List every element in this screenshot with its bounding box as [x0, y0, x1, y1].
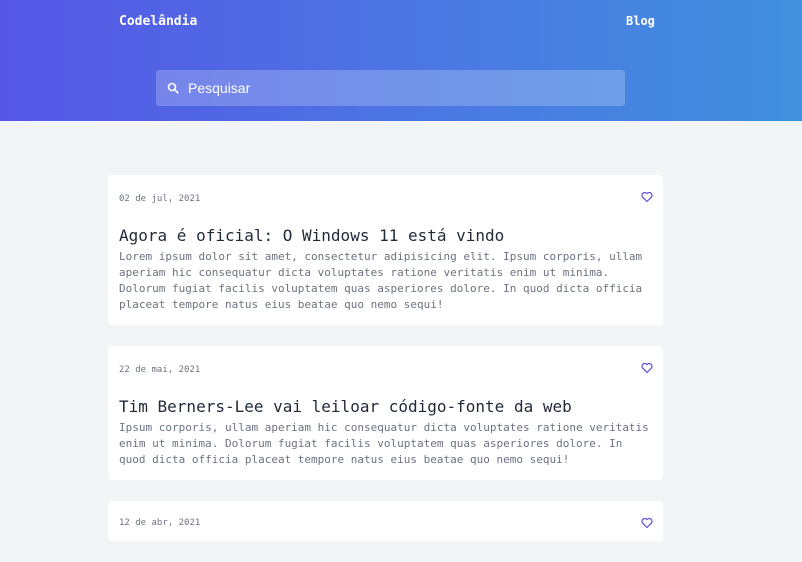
brand-logo[interactable]: Codelândia	[119, 14, 197, 29]
post-excerpt: Lorem ipsum dolor sit amet, consectetur …	[119, 250, 643, 311]
nav-blog-link[interactable]: Blog	[626, 14, 655, 28]
heart-icon[interactable]	[641, 362, 653, 374]
post-excerpt: Ipsum corporis, ullam aperiam hic conseq…	[119, 421, 649, 466]
post-title[interactable]: Agora é oficial: O Windows 11 está vindo	[119, 226, 652, 246]
post-feed: 02 de jul, 2021 Agora é oficial: O Windo…	[108, 175, 663, 562]
search-bar[interactable]	[156, 70, 625, 106]
heart-icon[interactable]	[641, 191, 653, 203]
site-header: Codelândia Blog	[0, 0, 802, 121]
post-title[interactable]: Tim Berners-Lee vai leiloar código-fonte…	[119, 397, 652, 417]
post-card[interactable]: 12 de abr, 2021	[108, 501, 663, 541]
search-input[interactable]	[188, 80, 608, 96]
search-icon	[167, 82, 179, 94]
heart-icon[interactable]	[641, 517, 653, 529]
post-date: 02 de jul, 2021	[119, 194, 201, 204]
post-card[interactable]: 22 de mai, 2021 Tim Berners-Lee vai leil…	[108, 346, 663, 480]
post-date: 22 de mai, 2021	[119, 365, 201, 375]
post-date: 12 de abr, 2021	[119, 518, 201, 528]
post-card[interactable]: 02 de jul, 2021 Agora é oficial: O Windo…	[108, 175, 663, 325]
